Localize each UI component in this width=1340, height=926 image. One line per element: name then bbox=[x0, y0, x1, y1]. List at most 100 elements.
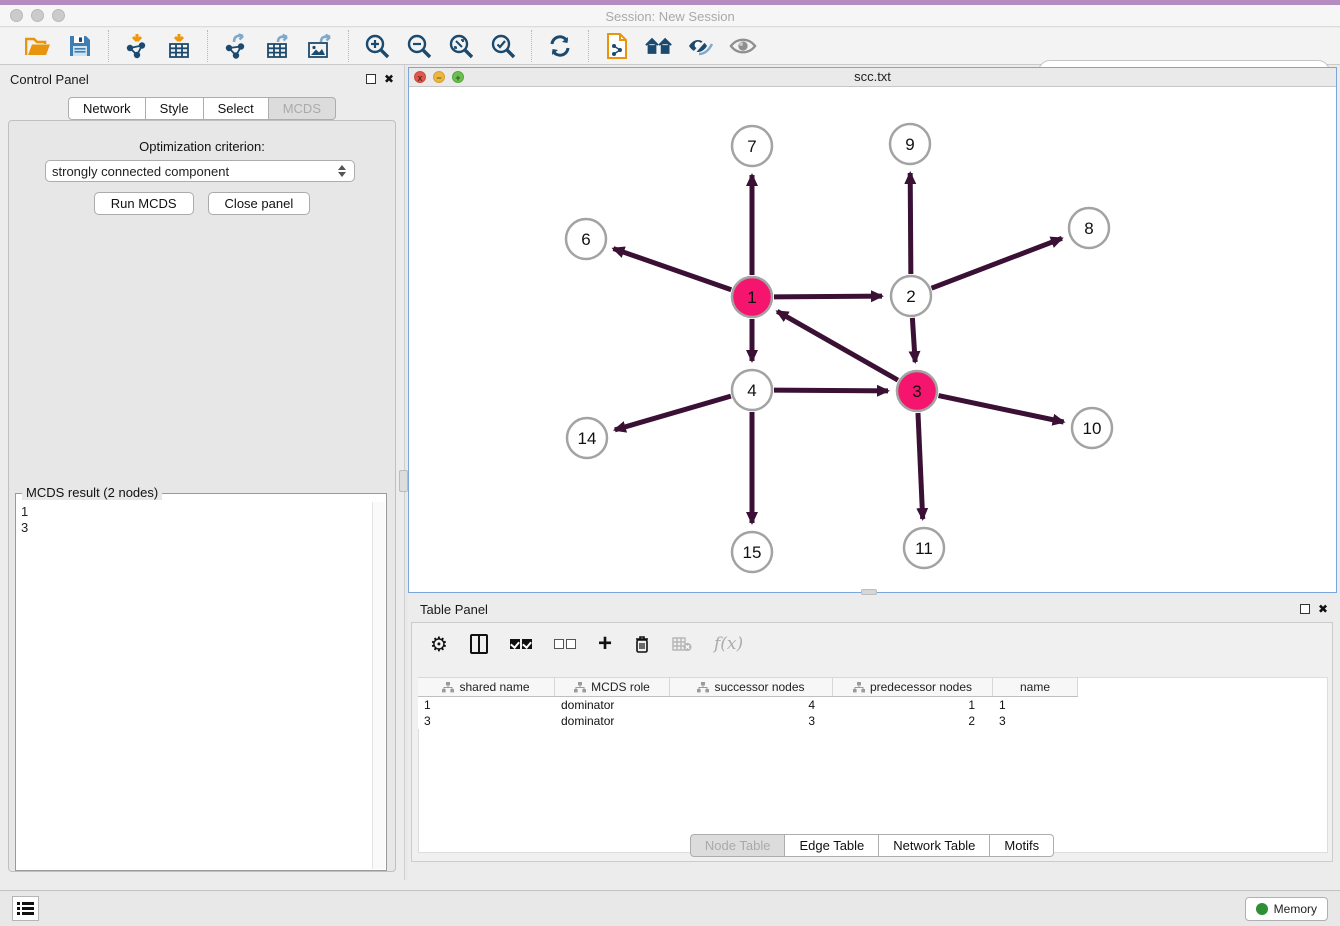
home-icon[interactable] bbox=[645, 32, 673, 60]
svg-text:1: 1 bbox=[747, 288, 756, 307]
tab-style[interactable]: Style bbox=[146, 97, 204, 120]
function-builder-icon[interactable]: f(x) bbox=[714, 631, 743, 657]
mcds-result-title: MCDS result (2 nodes) bbox=[22, 485, 162, 500]
tab-select[interactable]: Select bbox=[204, 97, 269, 120]
run-mcds-button[interactable]: Run MCDS bbox=[94, 192, 194, 215]
graph-edge-3-1[interactable] bbox=[777, 311, 898, 380]
table-tab-network-table[interactable]: Network Table bbox=[879, 834, 990, 857]
graph-node-10[interactable]: 10 bbox=[1072, 408, 1112, 448]
graph-edge-2-3[interactable] bbox=[912, 318, 915, 362]
column-header-name[interactable]: name bbox=[993, 678, 1078, 696]
close-panel-button[interactable]: Close panel bbox=[208, 192, 311, 215]
splitter-grip[interactable] bbox=[399, 470, 408, 492]
mcds-result-list[interactable]: 13 bbox=[17, 502, 371, 869]
table-cell[interactable]: 3 bbox=[670, 713, 833, 729]
table-cell[interactable]: 1 bbox=[993, 697, 1078, 713]
graph-node-7[interactable]: 7 bbox=[732, 126, 772, 166]
graph-edge-3-10[interactable] bbox=[939, 396, 1064, 422]
svg-text:11: 11 bbox=[915, 539, 933, 558]
result-scrollbar[interactable] bbox=[372, 502, 385, 869]
graph-edge-4-3[interactable] bbox=[774, 390, 888, 391]
table-cell[interactable]: 3 bbox=[993, 713, 1078, 729]
graph-node-14[interactable]: 14 bbox=[567, 418, 607, 458]
graph-edge-3-11[interactable] bbox=[918, 413, 923, 519]
network-close-button[interactable]: x bbox=[414, 71, 426, 83]
split-column-icon[interactable] bbox=[470, 631, 488, 657]
svg-text:3: 3 bbox=[912, 382, 921, 401]
graph-node-3[interactable]: 3 bbox=[897, 371, 937, 411]
graph-node-11[interactable]: 11 bbox=[904, 528, 944, 568]
export-network-icon[interactable] bbox=[222, 32, 250, 60]
close-table-panel-icon[interactable]: ✖ bbox=[1318, 604, 1328, 614]
network-canvas[interactable]: 1 2 3 4 6 7 8 9 10 11 14 15 bbox=[409, 87, 1336, 592]
zoom-in-icon[interactable] bbox=[363, 32, 391, 60]
graph-edge-2-8[interactable] bbox=[932, 238, 1062, 288]
svg-text:8: 8 bbox=[1084, 219, 1093, 238]
column-header-successor-nodes[interactable]: successor nodes bbox=[670, 678, 833, 696]
export-image-icon[interactable] bbox=[306, 32, 334, 60]
tab-network[interactable]: Network bbox=[68, 97, 146, 120]
column-header-label: MCDS role bbox=[591, 680, 650, 694]
column-header-predecessor-nodes[interactable]: predecessor nodes bbox=[833, 678, 993, 696]
table-cell[interactable]: 1 bbox=[418, 697, 555, 713]
table-cell[interactable]: dominator bbox=[555, 713, 670, 729]
graphics-toggle-icon[interactable] bbox=[687, 32, 715, 60]
save-icon[interactable] bbox=[66, 32, 94, 60]
import-table-icon[interactable] bbox=[165, 32, 193, 60]
delete-icon[interactable] bbox=[634, 631, 650, 657]
gear-icon[interactable]: ⚙ bbox=[430, 631, 448, 657]
graph-edge-4-14[interactable] bbox=[615, 396, 731, 430]
graph-node-1[interactable]: 1 bbox=[732, 277, 772, 317]
svg-text:10: 10 bbox=[1083, 419, 1102, 438]
float-panel-icon[interactable] bbox=[366, 74, 376, 84]
zoom-out-icon[interactable] bbox=[405, 32, 433, 60]
new-network-icon[interactable] bbox=[603, 32, 631, 60]
svg-text:6: 6 bbox=[581, 230, 590, 249]
graph-node-4[interactable]: 4 bbox=[732, 370, 772, 410]
table-tab-motifs[interactable]: Motifs bbox=[990, 834, 1054, 857]
table-tab-edge-table[interactable]: Edge Table bbox=[785, 834, 879, 857]
network-graph[interactable]: 1 2 3 4 6 7 8 9 10 11 14 15 bbox=[409, 87, 1336, 592]
tab-mcds[interactable]: MCDS bbox=[269, 97, 336, 120]
column-header-MCDS-role[interactable]: MCDS role bbox=[555, 678, 670, 696]
close-panel-icon[interactable]: ✖ bbox=[384, 74, 394, 84]
optimization-criterion-dropdown[interactable]: strongly connected component bbox=[45, 160, 355, 182]
memory-button[interactable]: Memory bbox=[1245, 897, 1328, 921]
table-cell[interactable]: 2 bbox=[833, 713, 993, 729]
eye-icon[interactable] bbox=[729, 32, 757, 60]
deselect-all-icon[interactable] bbox=[554, 631, 576, 657]
column-header-shared-name[interactable]: shared name bbox=[418, 678, 555, 696]
table-panel: Table Panel ✖ ⚙ + f(x) shared nameMCDS r… bbox=[408, 595, 1340, 890]
open-folder-icon[interactable] bbox=[24, 32, 52, 60]
table-tab-node-table[interactable]: Node Table bbox=[690, 834, 786, 857]
import-network-icon[interactable] bbox=[123, 32, 151, 60]
float-table-panel-icon[interactable] bbox=[1300, 604, 1310, 614]
graph-node-8[interactable]: 8 bbox=[1069, 208, 1109, 248]
graph-edge-1-6[interactable] bbox=[613, 249, 731, 290]
delete-table-icon[interactable] bbox=[672, 631, 692, 657]
network-window-titlebar[interactable]: x − + scc.txt bbox=[409, 68, 1336, 87]
export-table-icon[interactable] bbox=[264, 32, 292, 60]
table-cell[interactable]: 3 bbox=[418, 713, 555, 729]
refresh-icon[interactable] bbox=[546, 32, 574, 60]
table-row[interactable]: 3dominator323 bbox=[418, 713, 1078, 729]
network-maximize-button[interactable]: + bbox=[452, 71, 464, 83]
graph-edge-2-9[interactable] bbox=[910, 173, 911, 274]
network-minimize-button[interactable]: − bbox=[433, 71, 445, 83]
zoom-selected-icon[interactable] bbox=[489, 32, 517, 60]
table-cell[interactable]: 4 bbox=[670, 697, 833, 713]
task-history-button[interactable] bbox=[12, 896, 39, 921]
table-cell[interactable]: dominator bbox=[555, 697, 670, 713]
graph-node-9[interactable]: 9 bbox=[890, 124, 930, 164]
zoom-fit-icon[interactable] bbox=[447, 32, 475, 60]
main-toolbar bbox=[0, 28, 1340, 65]
graph-edge-1-2[interactable] bbox=[774, 296, 882, 297]
table-row[interactable]: 1dominator411 bbox=[418, 697, 1078, 713]
add-column-icon[interactable]: + bbox=[598, 631, 612, 657]
table-cell[interactable]: 1 bbox=[833, 697, 993, 713]
graph-node-2[interactable]: 2 bbox=[891, 276, 931, 316]
graph-node-15[interactable]: 15 bbox=[732, 532, 772, 572]
graph-node-6[interactable]: 6 bbox=[566, 219, 606, 259]
select-all-icon[interactable] bbox=[510, 631, 532, 657]
table-body: 1dominator4113dominator323 bbox=[418, 697, 1078, 729]
